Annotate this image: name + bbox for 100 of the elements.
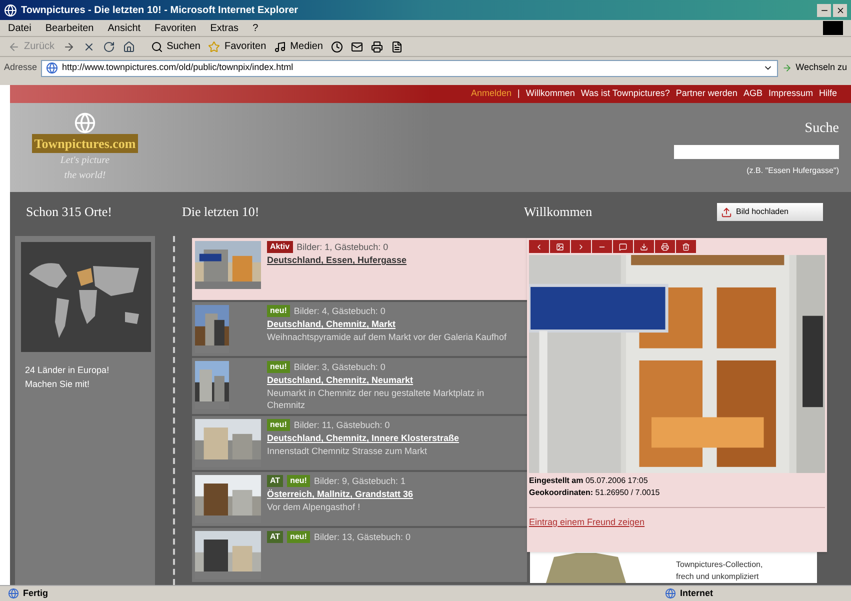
place-link[interactable]: Deutschland, Chemnitz, Markt — [267, 318, 506, 330]
entry-card[interactable]: neu! Bilder: 3, Gästebuch: 0 Deutschland, Chemnitz, Neumarkt Neumarkt in Chemnitz der neu gestaltete Marktplatz in Chemnitz — [192, 358, 527, 414]
nav-link[interactable]: Was ist Townpictures? — [580, 87, 670, 101]
place-link[interactable]: Deutschland, Essen, Hufergasse — [267, 254, 407, 266]
section-title: Die letzten 10! — [182, 203, 260, 222]
windows-logo — [823, 21, 843, 35]
browser-icon — [4, 4, 17, 16]
section-title: Willkommen — [524, 203, 592, 222]
nav-link[interactable]: Impressum — [768, 87, 813, 101]
slogan-text: Let's picture — [60, 154, 110, 168]
print-button[interactable] — [370, 40, 383, 52]
forward-icon — [62, 40, 75, 52]
nav-link[interactable]: Anmelden — [470, 87, 512, 101]
badge: Aktiv — [267, 241, 293, 253]
slogan-text: the world! — [64, 169, 106, 184]
trash-icon — [682, 242, 690, 250]
menu-item[interactable]: Favoriten — [154, 20, 196, 36]
entry-description: Neumarkt in Chemnitz der neu gestaltete Marktplatz in Chemnitz — [267, 387, 486, 411]
go-button[interactable]: Wechseln zu — [782, 61, 847, 75]
entry-description: Innenstadt Chemnitz Strasse zum Markt — [267, 445, 428, 457]
promo-text: frech und unkompliziert — [676, 571, 760, 583]
search-icon — [150, 40, 163, 52]
entry-card[interactable]: Aktiv Bilder: 1, Gästebuch: 0 Deutschland, Essen, Hufergasse — [192, 238, 527, 300]
print-icon — [661, 242, 669, 250]
favorites-button[interactable]: Favoriten — [208, 39, 266, 54]
entry-card[interactable]: AT neu! Bilder: 9, Gästebuch: 1 Österreich, Mallnitz, Grandstatt 36 Vor dem Alpengasthof ! — [192, 472, 527, 526]
home-button[interactable] — [122, 40, 135, 52]
search-title: Suche — [804, 120, 839, 138]
minimize-button[interactable] — [817, 4, 831, 16]
menu-item[interactable]: Datei — [8, 20, 32, 36]
entry-card[interactable]: neu! Bilder: 11, Gästebuch: 0 Deutschland, Chemnitz, Innere Klosterstraße Innenstadt Chemnitz Strasse zum Markt — [192, 416, 527, 470]
address-text: http://www.townpictures.com/old/public/townpix/index.html — [62, 61, 294, 74]
photo-toolbar-button[interactable] — [634, 240, 654, 253]
share-link[interactable]: Eintrag einem Freund zeigen — [527, 516, 647, 530]
logo-icon — [74, 112, 96, 134]
zone-text: Internet — [680, 586, 713, 600]
download-icon — [640, 242, 648, 250]
music-icon — [274, 40, 286, 52]
section-title: Schon 315 Orte! — [25, 203, 113, 222]
photo-toolbar-button[interactable] — [676, 240, 696, 253]
comment-icon — [619, 242, 627, 250]
window-title: Townpictures - Die letzten 10! - Microsoft Internet Explorer — [21, 4, 298, 18]
back-icon — [535, 242, 543, 250]
place-link[interactable]: Deutschland, Chemnitz, Neumarkt — [267, 374, 524, 386]
photo-toolbar-button[interactable] — [655, 240, 675, 253]
clock-icon — [330, 40, 343, 52]
address-field[interactable]: http://www.townpictures.com/old/public/townpix/index.html — [41, 60, 778, 76]
entry-card[interactable]: AT neu! Bilder: 13, Gästebuch: 0 — [192, 528, 527, 582]
search-button[interactable]: Suchen — [150, 39, 200, 54]
badge: neu! — [267, 361, 290, 373]
page-icon — [46, 62, 58, 74]
status-text: Fertig — [23, 586, 48, 600]
nav-link[interactable]: AGB — [743, 87, 762, 101]
mail-button[interactable] — [350, 40, 363, 52]
entry-stats: Bilder: 1, Gästebuch: 0 — [296, 241, 388, 253]
badge: AT — [267, 475, 284, 487]
menu-item[interactable]: Bearbeiten — [45, 20, 94, 36]
history-button[interactable] — [330, 40, 343, 52]
map-caption: 24 Länder in Europa! Machen Sie mit! — [24, 364, 110, 390]
nav-link[interactable]: Willkommen — [526, 87, 575, 101]
stop-button[interactable] — [82, 40, 95, 52]
photo-toolbar-button[interactable] — [550, 240, 570, 253]
document-icon — [390, 40, 403, 52]
badge: neu! — [267, 305, 290, 317]
media-button[interactable]: Medien — [274, 39, 323, 54]
badge: neu! — [287, 475, 310, 487]
home-icon — [122, 40, 135, 52]
nav-link[interactable]: Partner werden — [676, 87, 738, 101]
close-icon — [836, 6, 844, 14]
place-link[interactable]: Deutschland, Chemnitz, Innere Klosterstraße — [267, 432, 460, 444]
entry-stats: Bilder: 9, Gästebuch: 1 — [314, 475, 406, 487]
forward-button[interactable] — [62, 40, 75, 52]
badge: neu! — [287, 531, 310, 543]
search-field[interactable] — [674, 145, 839, 159]
star-icon — [208, 40, 220, 52]
upload-icon — [721, 206, 732, 218]
menu-item[interactable]: ? — [252, 20, 258, 36]
globe-icon — [664, 588, 676, 599]
upload-button[interactable]: Bild hochladen — [717, 203, 823, 221]
refresh-button[interactable] — [102, 40, 115, 52]
entry-stats: Bilder: 4, Gästebuch: 0 — [294, 305, 386, 317]
entry-stats: Bilder: 13, Gästebuch: 0 — [314, 531, 411, 543]
posted-date: Eingestellt am 05.07.2006 17:05 — [529, 475, 649, 487]
close-button[interactable] — [833, 4, 847, 16]
go-icon — [782, 63, 792, 73]
photo-toolbar-button[interactable] — [613, 240, 633, 253]
entry-stats: Bilder: 11, Gästebuch: 0 — [294, 419, 390, 431]
search-hint: (z.B. "Essen Hufergasse") — [746, 165, 839, 177]
menu-item[interactable]: Ansicht — [108, 20, 141, 36]
nav-link[interactable]: Hilfe — [818, 87, 837, 101]
place-link[interactable]: Österreich, Mallnitz, Grandstatt 36 — [267, 488, 414, 500]
entry-card[interactable]: neu! Bilder: 4, Gästebuch: 0 Deutschland, Chemnitz, Markt Weihnachtspyramide auf dem Markt vor der Galeria Kaufhof — [192, 302, 527, 356]
print-icon — [370, 40, 383, 52]
menu-item[interactable]: Extras — [210, 20, 239, 36]
logo-text: Townpictures.com — [32, 134, 138, 154]
entry-description: Vor dem Alpengasthof ! — [267, 501, 362, 513]
back-icon — [8, 40, 20, 52]
refresh-icon — [102, 40, 115, 52]
edit-button[interactable] — [390, 40, 403, 52]
forward-icon — [577, 242, 585, 250]
